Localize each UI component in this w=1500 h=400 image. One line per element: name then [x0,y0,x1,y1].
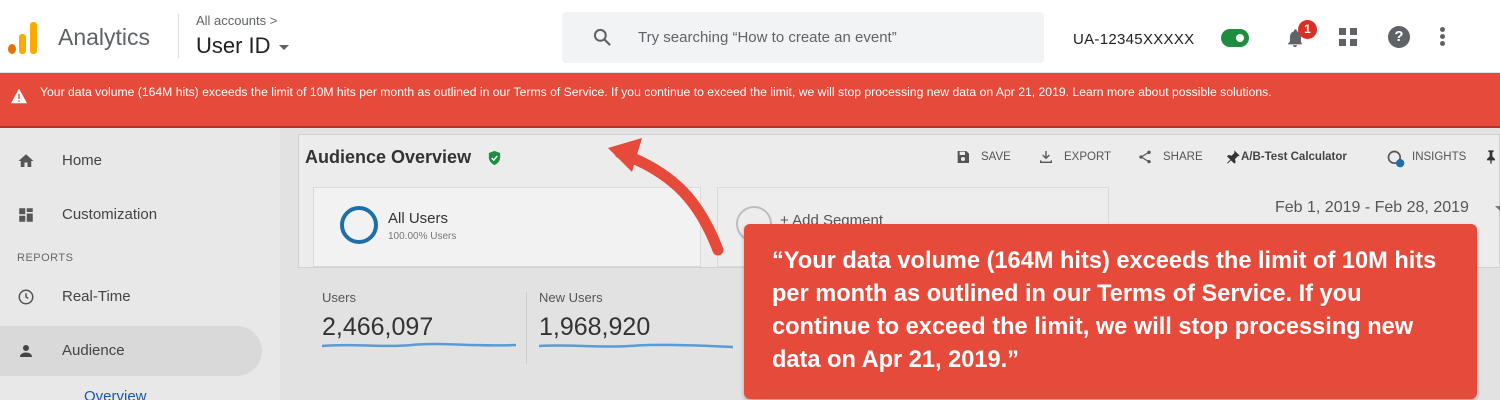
metric-value: 2,466,097 [322,313,434,341]
dashboard-icon [19,208,33,222]
sidebar-item-home[interactable]: Home [0,136,262,186]
callout-quote: “Your data volume (164M hits) exceeds th… [772,248,1437,373]
toggle-switch[interactable] [1221,29,1249,47]
insights-icon [1387,150,1405,168]
segment-name: All Users [388,210,449,227]
analytics-logo-icon[interactable] [8,20,40,54]
sidebar-subitem-overview[interactable]: Overview [84,388,147,400]
export-icon [1040,151,1052,163]
alert-message[interactable]: Your data volume (164M hits) exceeds the… [40,85,1480,100]
chevron-down-icon [278,44,289,50]
share-icon [1139,150,1151,164]
search-input[interactable]: Try searching “How to create an event” [638,29,897,46]
sidebar-item-label: Real-Time [62,288,131,305]
home-icon [18,154,34,167]
warning-icon [11,88,27,104]
more-vert-icon[interactable] [1440,27,1446,47]
help-icon[interactable]: ? [1388,26,1410,48]
save-icon [957,151,969,163]
share-button[interactable]: SHARE [1163,151,1203,163]
metric-divider [526,292,527,364]
save-button[interactable]: SAVE [981,151,1011,163]
sidebar-item-label: Audience [62,342,125,359]
toggle-knob [1234,32,1246,44]
pin-icon [1227,150,1240,164]
sidebar-item-audience[interactable]: Audience [0,326,262,376]
segment-percentage: 100.00% Users [388,231,457,242]
property-selector[interactable]: User ID [196,33,289,59]
notification-badge: 1 [1298,20,1317,39]
callout-box: “Your data volume (164M hits) exceeds th… [744,224,1477,399]
verified-shield-icon [488,150,501,166]
person-icon [20,345,32,357]
ab-test-calculator-button[interactable]: A/B-Test Calculator [1241,151,1347,163]
sidebar-item-label: Customization [62,206,158,223]
metric-users: Users 2,466,097 [322,290,433,342]
search-icon [593,28,611,46]
new-users-sparkline [539,343,733,349]
metric-label: New Users [539,290,603,305]
users-sparkline [322,342,516,348]
sidebar-item-customization[interactable]: Customization [0,190,262,240]
clock-icon [18,289,34,305]
metric-new-users: New Users 1,968,920 [539,290,650,342]
page-title: Audience Overview [305,147,472,167]
metric-label: Users [322,290,356,305]
pin-panel-icon[interactable] [1483,149,1499,165]
apps-grid-icon[interactable] [1339,28,1359,48]
analytics-screen: Analytics All accounts > User ID Try sea… [0,0,1500,400]
metric-value: 1,968,920 [539,313,651,341]
insights-button[interactable]: INSIGHTS [1412,151,1466,163]
tracking-id: UA-12345XXXXX [1073,31,1195,48]
search-box[interactable]: Try searching “How to create an event” [562,12,1044,63]
sidebar-item-realtime[interactable]: Real-Time [0,272,262,322]
app-name: Analytics [58,24,151,50]
chevron-down-icon [1495,206,1500,211]
alert-banner: Your data volume (164M hits) exceeds the… [0,73,1500,128]
sidebar: Home Customization REPORTS Real-Time Aud… [0,128,280,400]
sidebar-item-label: Home [62,152,103,169]
export-button[interactable]: EXPORT [1064,151,1111,163]
annotation-arrow [608,138,724,256]
top-bar: Analytics All accounts > User ID Try sea… [0,0,1500,73]
date-range-picker[interactable]: Feb 1, 2019 - Feb 28, 2019 [1275,199,1469,217]
property-name: User ID [196,33,271,58]
divider [178,14,179,58]
reports-section-label: REPORTS [17,252,74,264]
all-accounts-breadcrumb[interactable]: All accounts > [196,13,277,28]
segment-color-ring [340,206,378,244]
